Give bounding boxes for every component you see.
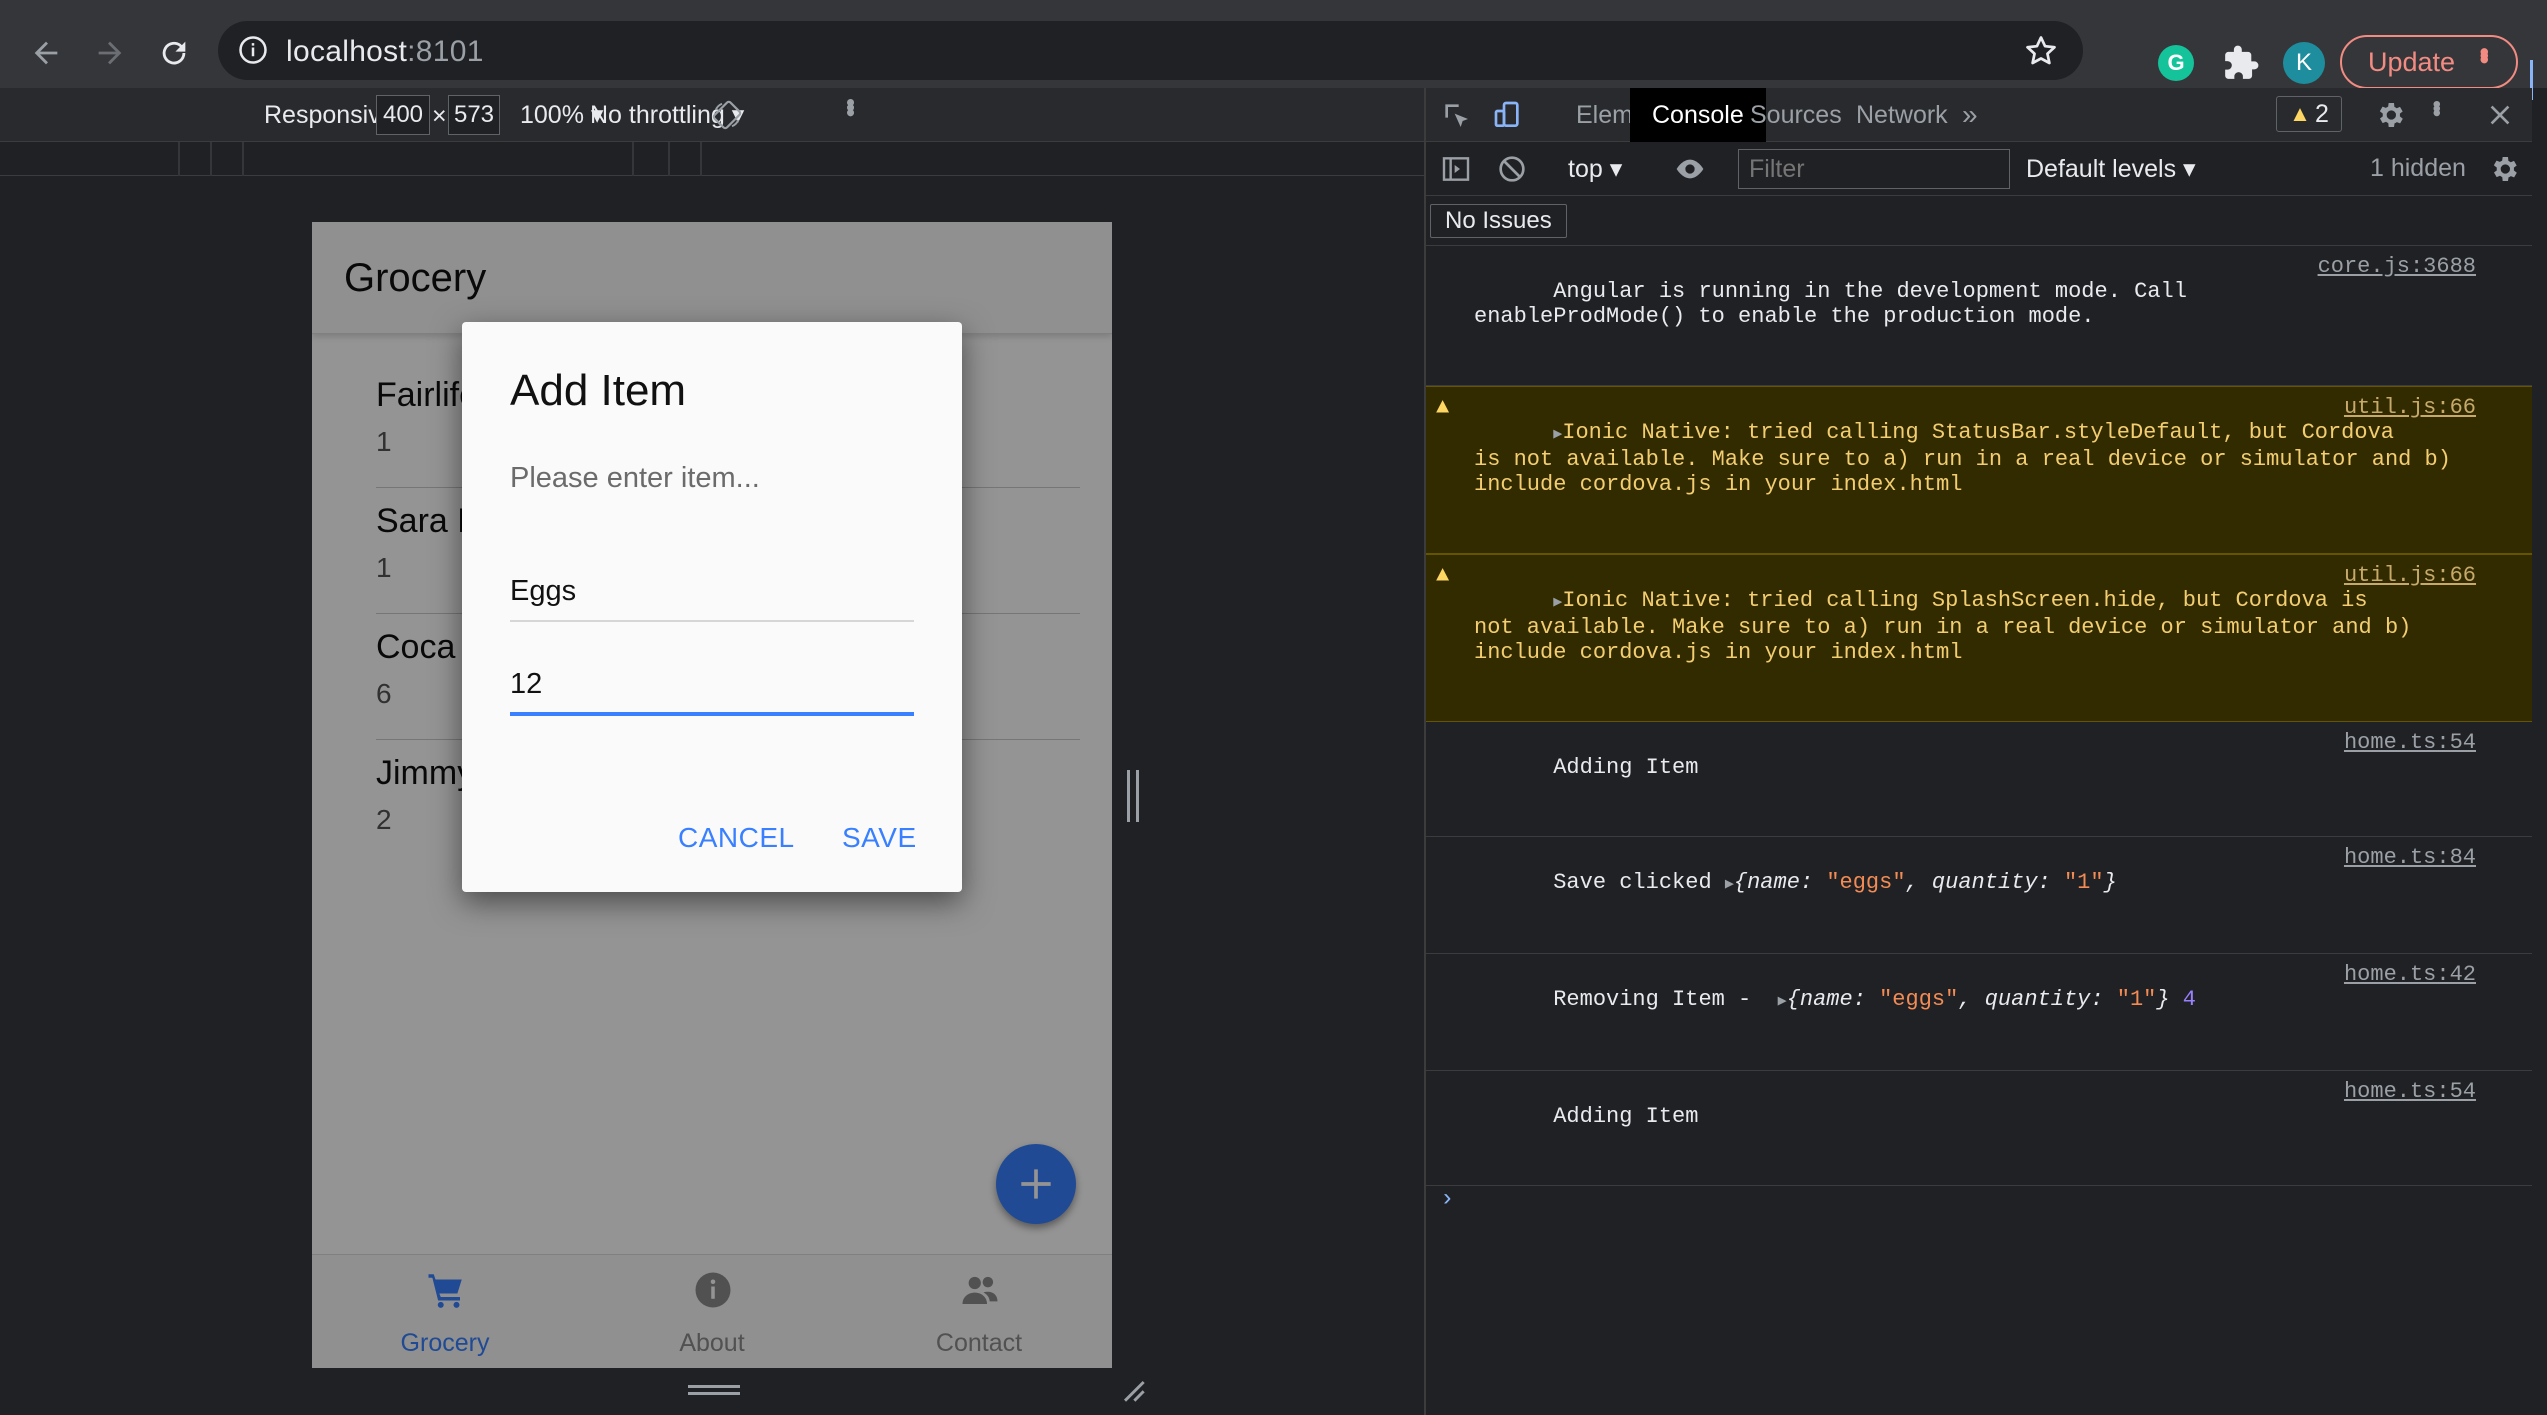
dialog-title: Add Item	[510, 366, 687, 415]
warning-icon: ▲	[1436, 563, 1450, 588]
console-warning: ▲ ▶Ionic Native: tried calling SplashScre…	[1426, 554, 2532, 722]
issues-button[interactable]: No Issues	[1430, 204, 1567, 238]
console-message: Removing Item - ▶{name: "eggs", quantity…	[1426, 954, 2532, 1071]
expand-triangle-icon[interactable]: ▶	[1778, 993, 1787, 1010]
log-levels-select[interactable]: Default levels ▾	[2026, 154, 2196, 184]
forward-button[interactable]	[88, 31, 132, 75]
context-select[interactable]: top ▾	[1568, 154, 1622, 184]
source-link[interactable]: util.js:66	[2344, 563, 2476, 588]
item-quantity-field[interactable]	[510, 656, 914, 716]
console-messages: Angular is running in the development mo…	[1426, 246, 2532, 1226]
extensions-puzzle-icon[interactable]	[2222, 44, 2260, 82]
add-item-dialog: Add Item Please enter item... CANCEL SAV…	[462, 322, 962, 892]
profile-avatar[interactable]: K	[2283, 42, 2325, 84]
save-button[interactable]: SAVE	[842, 822, 917, 854]
close-devtools-icon[interactable]	[2484, 99, 2516, 131]
console-message: Adding Item home.ts:54	[1426, 722, 2532, 837]
device-height-input[interactable]: 573	[448, 95, 500, 135]
console-warning: ▲ ▶Ionic Native: tried calling StatusBar.…	[1426, 386, 2532, 554]
device-toggle-icon[interactable]	[1492, 99, 1524, 131]
warning-icon: ▲	[1436, 395, 1450, 420]
devtools-tab-bar: Elements Console Sources Network » ▲ 2 ••…	[1426, 88, 2532, 142]
source-link[interactable]: home.ts:54	[2344, 1079, 2476, 1104]
url-text: localhost:8101	[286, 35, 484, 68]
window-top-strip	[0, 0, 2547, 13]
console-settings-icon[interactable]	[2488, 153, 2520, 185]
rotate-icon[interactable]	[712, 100, 742, 130]
source-link[interactable]: home.ts:84	[2344, 845, 2476, 870]
sidebar-toggle-icon[interactable]	[1440, 153, 1472, 185]
device-width-input[interactable]: 400	[376, 95, 430, 135]
devtools-menu-icon[interactable]: •••	[2423, 100, 2450, 113]
source-link[interactable]: util.js:66	[2344, 395, 2476, 420]
tab-sources[interactable]: Sources	[1750, 88, 1842, 142]
console-message: Adding Item home.ts:54	[1426, 1071, 2532, 1186]
source-link[interactable]: home.ts:42	[2344, 962, 2476, 987]
viewport-resize-handle[interactable]	[1127, 770, 1139, 822]
eye-icon[interactable]	[1674, 153, 1706, 185]
console-message: Save clicked ▶{name: "eggs", quantity: "…	[1426, 837, 2532, 954]
console-message: Angular is running in the development mo…	[1426, 246, 2532, 386]
more-tabs-button[interactable]: »	[1962, 86, 1978, 140]
arrow-left-icon	[34, 41, 58, 65]
address-bar[interactable]: localhost:8101	[218, 21, 2083, 80]
reload-icon	[162, 41, 186, 65]
clear-console-icon[interactable]	[1496, 153, 1528, 185]
source-link[interactable]: core.js:3688	[2318, 254, 2476, 279]
grammarly-extension-icon[interactable]: G	[2158, 45, 2194, 81]
more-vert-icon: •••	[2469, 47, 2500, 59]
settings-gear-icon[interactable]	[2374, 99, 2406, 131]
device-more-icon[interactable]: •••	[836, 98, 866, 113]
tab-network[interactable]: Network	[1856, 88, 1948, 142]
site-info-icon[interactable]	[238, 35, 268, 65]
expand-triangle-icon[interactable]: ▶	[1553, 426, 1562, 443]
expand-triangle-icon[interactable]: ▶	[1553, 594, 1562, 611]
window-edge-indicator	[2530, 60, 2547, 100]
back-button[interactable]	[24, 31, 68, 75]
viewport-height-handle[interactable]	[688, 1385, 740, 1395]
browser-toolbar: localhost:8101 G K Update •••	[0, 13, 2547, 89]
bookmark-star-icon[interactable]	[2023, 33, 2059, 69]
hidden-count: 1 hidden	[2370, 154, 2466, 182]
console-prompt: ›	[1440, 1186, 1455, 1213]
corner-resize-icon[interactable]	[1118, 1375, 1146, 1403]
inspect-element-icon[interactable]	[1440, 99, 1472, 131]
arrow-right-icon	[98, 41, 122, 65]
devtools-panel: Elements Console Sources Network » ▲ 2 ••…	[1424, 88, 2532, 1415]
warning-icon: ▲	[2289, 101, 2311, 126]
issues-bar: No Issues	[1426, 196, 2532, 246]
reload-button[interactable]	[152, 31, 196, 75]
console-toolbar: top ▾ Default levels ▾ 1 hidden	[1426, 142, 2532, 196]
console-prompt-row[interactable]: ›	[1426, 1186, 2532, 1226]
device-toolbar: Responsive ▾ 400 × 573 100% ▾ No throttl…	[0, 88, 1424, 142]
source-link[interactable]: home.ts:54	[2344, 730, 2476, 755]
update-button[interactable]: Update •••	[2340, 35, 2518, 89]
item-name-field[interactable]	[510, 562, 914, 622]
console-filter-input[interactable]	[1738, 149, 2010, 189]
dimension-separator: ×	[432, 102, 447, 130]
media-query-ruler	[0, 142, 1424, 176]
dialog-message: Please enter item...	[510, 462, 760, 494]
tab-console[interactable]: Console	[1630, 88, 1766, 142]
cancel-button[interactable]: CANCEL	[678, 822, 795, 854]
expand-triangle-icon[interactable]: ▶	[1725, 876, 1734, 893]
warning-count-badge[interactable]: ▲ 2	[2276, 96, 2342, 132]
